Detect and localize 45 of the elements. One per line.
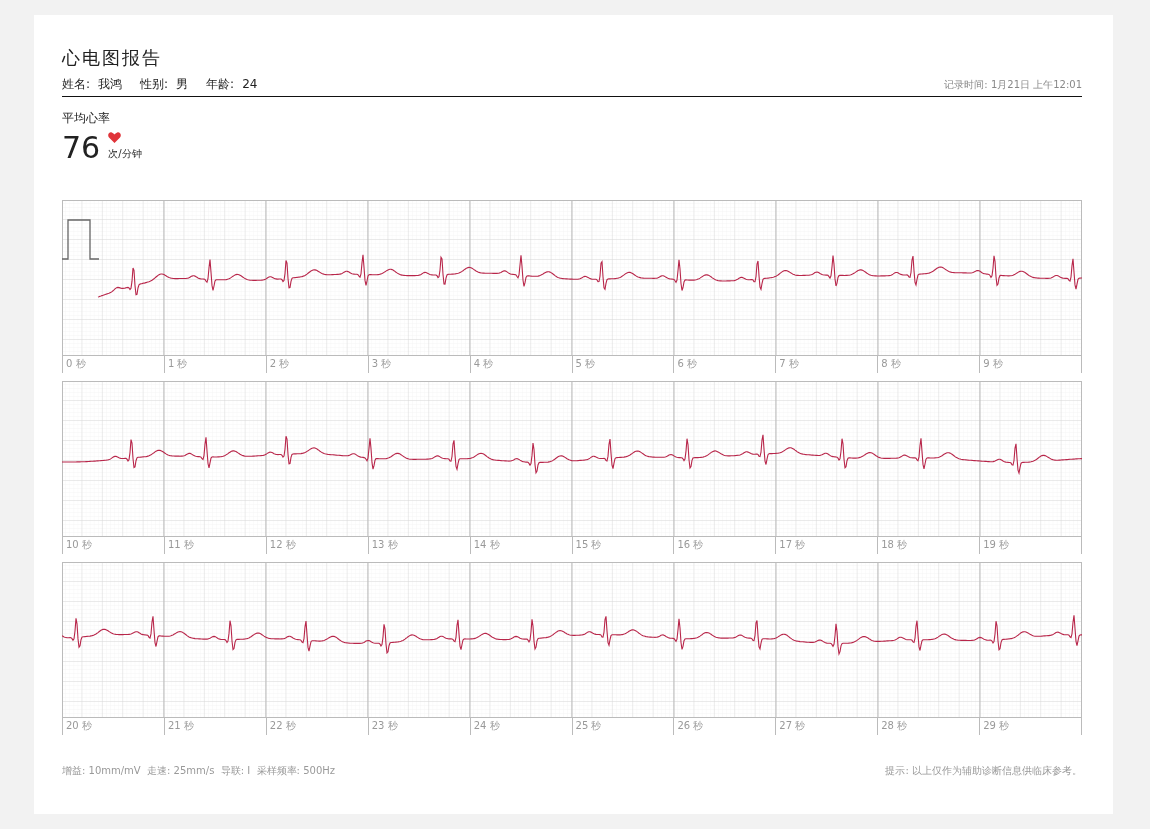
time-label: 25 秒: [575, 720, 602, 731]
field-value: 我鸿: [98, 76, 123, 93]
time-label: 20 秒: [66, 720, 92, 731]
time-label: 4 秒: [473, 358, 494, 369]
heart-icon: [108, 132, 122, 143]
heart-rate-value: 76: [62, 131, 101, 165]
calibration-pulse: [62, 219, 100, 260]
time-label: 12 秒: [269, 539, 296, 550]
time-label: 3 秒: [371, 358, 392, 369]
field-label: 年龄:: [206, 76, 235, 93]
field-value: 24: [242, 76, 258, 93]
time-label: 24 秒: [473, 720, 500, 731]
settings-text: 增益: 10mm/mV 走速: 25mm/s 导联: I 采样频率: 500Hz: [62, 764, 335, 778]
time-label: 6 秒: [677, 358, 697, 369]
time-label: 2 秒: [269, 358, 290, 369]
time-label: 17 秒: [779, 539, 806, 550]
disclaimer-text: 提示: 以上仅作为辅助诊断信息供临床参考。: [885, 764, 1082, 778]
heart-rate-unit: 次/分钟: [108, 147, 142, 161]
time-label: 26 秒: [677, 720, 704, 731]
record-time: 记录时间: 1月21日 上午12:01: [944, 77, 1082, 92]
time-label: 28 秒: [881, 720, 908, 731]
time-label: 29 秒: [983, 720, 1010, 731]
field-value: 男: [176, 76, 189, 93]
heart-rate-label: 平均心率: [62, 111, 110, 125]
time-label: 1 秒: [167, 358, 188, 369]
time-label: 19 秒: [983, 539, 1010, 550]
time-label: 15 秒: [575, 539, 602, 550]
time-label: 9 秒: [983, 358, 1003, 369]
time-label: 16 秒: [677, 539, 704, 550]
time-label: 27 秒: [779, 720, 806, 731]
time-label: 23 秒: [371, 720, 398, 731]
report-title: 心电图报告: [62, 46, 162, 70]
time-label: 7 秒: [779, 358, 799, 369]
time-label: 21 秒: [167, 720, 194, 731]
time-label: 0 秒: [66, 358, 86, 369]
time-label: 10 秒: [66, 539, 92, 550]
field-label: 姓名:: [62, 76, 91, 93]
time-label: 8 秒: [881, 358, 901, 369]
time-label: 14 秒: [473, 539, 500, 550]
field-label: 性别:: [140, 76, 169, 93]
time-label: 22 秒: [269, 720, 296, 731]
time-label: 18 秒: [881, 539, 908, 550]
time-label: 13 秒: [371, 539, 398, 550]
time-label: 5 秒: [575, 358, 596, 369]
time-label: 11 秒: [167, 539, 194, 550]
